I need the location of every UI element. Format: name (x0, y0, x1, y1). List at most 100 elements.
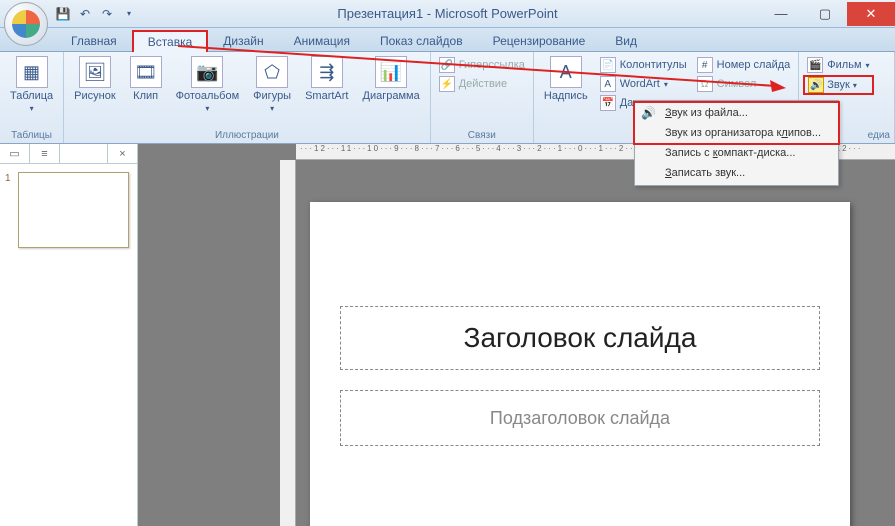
menu-label: Звук из файла... (665, 107, 748, 119)
header-button[interactable]: 📄Колонтитулы (596, 56, 691, 74)
movie-button[interactable]: 🎬Фильм▾ (803, 56, 873, 74)
shapes-icon: ⬠ (256, 56, 288, 88)
tab-slideshow[interactable]: Показ слайдов (365, 30, 478, 51)
title-bar: 💾 ↶ ↷ ▾ Презентация1 - Microsoft PowerPo… (0, 0, 895, 28)
vertical-ruler (280, 160, 296, 526)
dropdown-arrow-icon: ▾ (664, 80, 668, 89)
menu-sound-from-cd[interactable]: Запись с компакт-диска... (637, 143, 836, 163)
shapes-button[interactable]: ⬠Фигуры▾ (247, 54, 297, 115)
edit-area: ···12···11···10···9···8···7···6···5···4·… (138, 144, 895, 526)
textbox-button[interactable]: A Надпись (538, 54, 594, 104)
album-icon: 📷 (191, 56, 223, 88)
chart-label: Диаграмма (363, 90, 420, 102)
picture-button[interactable]: 🖼 Рисунок (68, 54, 122, 104)
ribbon-tabs: Главная Вставка Дизайн Анимация Показ сл… (0, 28, 895, 52)
symbol-icon: Ω (697, 76, 713, 92)
quick-access-toolbar: 💾 ↶ ↷ ▾ (54, 5, 138, 23)
sound-icon: 🔊 (808, 77, 824, 93)
group-tables: ▦ Таблица ▾ Таблицы (0, 52, 64, 143)
panel-tab-slides[interactable]: ▭ (0, 144, 30, 163)
textbox-icon: A (550, 56, 582, 88)
smartart-label: SmartArt (305, 90, 348, 102)
slide-canvas[interactable]: Заголовок слайда Подзаголовок слайда (310, 202, 850, 526)
group-links-label: Связи (435, 129, 529, 143)
hyperlink-button: 🔗 Гиперссылка (435, 56, 529, 74)
panel-close[interactable]: × (107, 144, 137, 163)
dropdown-arrow-icon: ▾ (853, 81, 857, 90)
header-label: Колонтитулы (620, 59, 687, 71)
tab-design[interactable]: Дизайн (208, 30, 278, 51)
slidenum-button[interactable]: # Номер слайда (693, 56, 795, 74)
hyperlink-label: Гиперссылка (459, 59, 525, 71)
sound-button[interactable]: 🔊Звук▾ (803, 75, 873, 95)
album-label: Фотоальбом (176, 90, 240, 102)
dropdown-arrow-icon: ▾ (205, 104, 209, 113)
undo-icon[interactable]: ↶ (76, 5, 94, 23)
chart-icon: 📊 (375, 56, 407, 88)
menu-label: Звук из организатора клипов... (665, 127, 821, 139)
minimize-button[interactable]: — (759, 2, 803, 26)
panel-tab-outline[interactable]: ≡ (30, 144, 60, 163)
picture-label: Рисунок (74, 90, 116, 102)
wordart-icon: A (600, 76, 616, 92)
table-icon: ▦ (16, 56, 48, 88)
picture-icon: 🖼 (79, 56, 111, 88)
shapes-label: Фигуры (253, 90, 291, 102)
menu-label: Записать звук... (665, 167, 745, 179)
redo-icon[interactable]: ↷ (98, 5, 116, 23)
tab-animation[interactable]: Анимация (279, 30, 365, 51)
action-label: Действие (459, 78, 507, 90)
tab-home[interactable]: Главная (56, 30, 132, 51)
symbol-label: Символ (717, 78, 757, 90)
table-button[interactable]: ▦ Таблица ▾ (4, 54, 59, 115)
menu-sound-from-organizer[interactable]: Звук из организатора клипов... (637, 123, 836, 143)
clip-button[interactable]: 🎞Клип (124, 54, 168, 104)
group-illus-label: Иллюстрации (68, 129, 426, 143)
group-links: 🔗 Гиперссылка ⚡ Действие Связи (431, 52, 534, 143)
save-icon[interactable]: 💾 (54, 5, 72, 23)
wordart-button[interactable]: A WordArt ▾ (596, 75, 691, 93)
menu-label: Запись с компакт-диска... (665, 147, 795, 159)
dropdown-arrow-icon: ▾ (866, 61, 870, 70)
maximize-button[interactable]: ▢ (803, 2, 847, 26)
slide-number: 1 (5, 173, 11, 184)
slidenum-label: Номер слайда (717, 59, 791, 71)
close-button[interactable]: ✕ (847, 2, 895, 26)
sound-menu: 🔊 Звук из файла... Звук из организатора к… (634, 100, 839, 186)
smartart-button[interactable]: ⇶ SmartArt (299, 54, 354, 104)
wordart-label: WordArt (620, 78, 660, 90)
dropdown-arrow-icon: ▾ (30, 104, 34, 113)
slide-panel: ▭ ≡ × 1 (0, 144, 138, 526)
office-button[interactable] (4, 2, 48, 46)
smartart-icon: ⇶ (311, 56, 343, 88)
action-button: ⚡ Действие (435, 75, 529, 93)
tab-view[interactable]: Вид (600, 30, 652, 51)
slidenum-icon: # (697, 57, 713, 73)
hyperlink-icon: 🔗 (439, 57, 455, 73)
window-title: Презентация1 - Microsoft PowerPoint (337, 6, 557, 21)
group-tables-label: Таблицы (4, 129, 59, 143)
tab-insert[interactable]: Вставка (132, 30, 209, 52)
album-button[interactable]: 📷 Фотоальбом ▾ (170, 54, 246, 115)
textbox-label: Надпись (544, 90, 588, 102)
slide-thumbnail[interactable]: 1 (18, 172, 129, 248)
workspace: ▭ ≡ × 1 ···12···11···10···9···8···7···6·… (0, 144, 895, 526)
sound-label: Звук (827, 79, 850, 91)
office-logo-icon (12, 10, 40, 38)
clip-label: Клип (133, 90, 158, 102)
group-illustrations: 🖼 Рисунок 🎞Клип 📷 Фотоальбом ▾ ⬠ Фигуры ▾ ⇶ Sm… (64, 52, 431, 143)
action-icon: ⚡ (439, 76, 455, 92)
qat-dropdown-icon[interactable]: ▾ (120, 5, 138, 23)
subtitle-placeholder[interactable]: Подзаголовок слайда (340, 390, 820, 446)
menu-sound-from-file[interactable]: 🔊 Звук из файла... (637, 103, 836, 123)
symbol-button: Ω Символ (693, 75, 795, 93)
movie-label: Фильм (827, 59, 861, 71)
window-buttons: — ▢ ✕ (759, 2, 895, 26)
panel-tabs: ▭ ≡ × (0, 144, 137, 164)
tab-review[interactable]: Рецензирование (478, 30, 601, 51)
table-label: Таблица (10, 90, 53, 102)
menu-record-sound[interactable]: Записать звук... (637, 163, 836, 183)
sound-icon: 🔊 (641, 106, 657, 122)
chart-button[interactable]: 📊 Диаграмма (357, 54, 426, 104)
title-placeholder[interactable]: Заголовок слайда (340, 306, 820, 370)
